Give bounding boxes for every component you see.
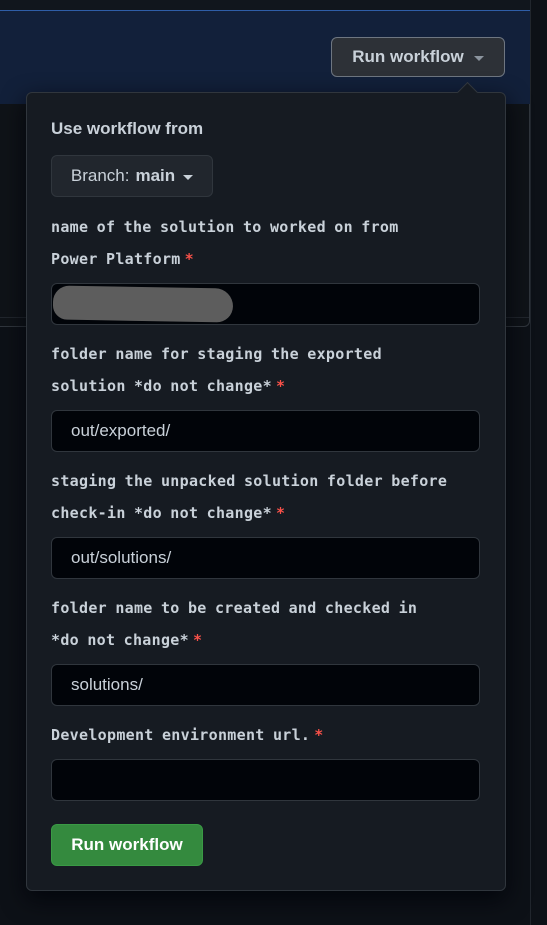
field-export-folder: folder name for staging the exported sol…	[51, 338, 480, 452]
field-unpacked-folder: staging the unpacked solution folder bef…	[51, 465, 480, 579]
required-marker: *	[184, 250, 194, 268]
use-workflow-from-label: Use workflow from	[51, 119, 204, 138]
field-label: name of the solution to worked on from P…	[51, 211, 480, 275]
checkin-folder-input[interactable]	[51, 664, 480, 706]
required-marker: *	[275, 377, 286, 395]
field-label-line1: staging the unpacked solution folder bef…	[51, 472, 448, 490]
export-folder-input[interactable]	[51, 410, 480, 452]
field-label: folder name for staging the exported sol…	[51, 338, 480, 402]
run-workflow-popover: Use workflow from Branch: main name of t…	[26, 81, 506, 891]
field-label-line2: check-in *do not change*	[51, 504, 272, 522]
field-solution-name: name of the solution to worked on from P…	[51, 211, 480, 325]
field-label-line2: solution *do not change*	[51, 377, 272, 395]
field-label-line2: Power Platform	[51, 250, 181, 268]
branch-prefix: Branch:	[70, 166, 130, 185]
branch-select-button[interactable]: Branch: main	[51, 155, 213, 197]
field-label-line1: name of the solution to worked on from	[51, 218, 399, 236]
run-workflow-submit-button[interactable]: Run workflow	[51, 824, 203, 866]
field-checkin-folder: folder name to be created and checked in…	[51, 592, 480, 706]
field-label: Development environment url. *	[51, 719, 480, 751]
scrollbar-track[interactable]	[530, 0, 547, 925]
dev-env-url-input[interactable]	[51, 759, 480, 801]
unpacked-folder-input[interactable]	[51, 537, 480, 579]
field-label: staging the unpacked solution folder bef…	[51, 465, 480, 529]
field-label: folder name to be created and checked in…	[51, 592, 480, 656]
chevron-down-icon	[473, 55, 484, 61]
field-label-line2: *do not change*	[51, 631, 189, 649]
redacted-value	[52, 285, 234, 323]
required-marker: *	[192, 631, 203, 649]
required-marker: *	[275, 504, 286, 522]
required-marker: *	[314, 726, 324, 744]
field-label-line1: Development environment url.	[51, 726, 311, 744]
field-dev-env-url: Development environment url. *	[51, 719, 480, 801]
run-workflow-label: Run workflow	[352, 47, 464, 66]
field-label-line1: folder name for staging the exported	[51, 345, 382, 363]
chevron-down-icon	[183, 174, 194, 180]
field-label-line1: folder name to be created and checked in	[51, 599, 418, 617]
branch-name: main	[135, 166, 176, 185]
run-workflow-dropdown-button[interactable]: Run workflow	[331, 37, 505, 77]
